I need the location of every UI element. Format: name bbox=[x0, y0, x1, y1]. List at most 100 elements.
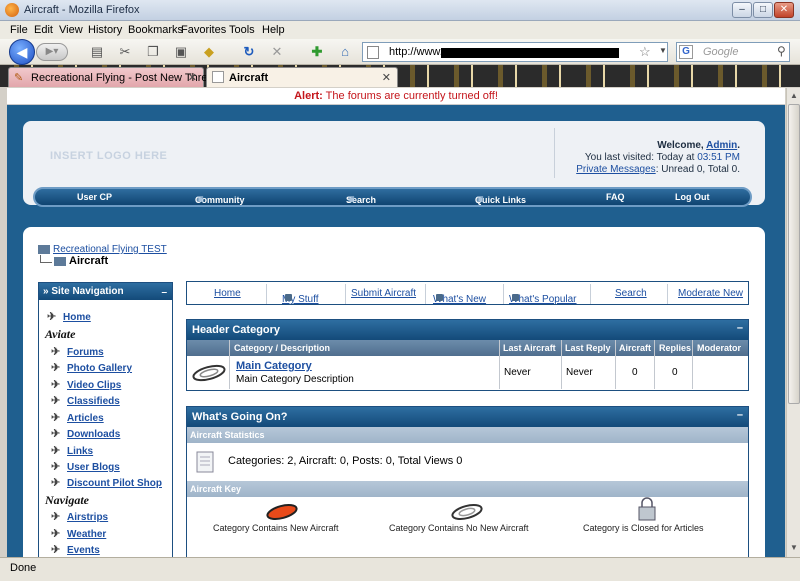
welcome-text: Welcome, bbox=[657, 140, 707, 151]
collapse-icon[interactable]: – bbox=[161, 284, 167, 301]
quick-search-link[interactable]: Search bbox=[615, 288, 647, 299]
sidebar-item-airstrips[interactable]: ✈ Airstrips bbox=[51, 510, 108, 523]
minimize-button[interactable]: – bbox=[732, 2, 752, 18]
separator bbox=[503, 284, 504, 304]
nav-log-out[interactable]: Log Out bbox=[675, 192, 710, 202]
menu-tools[interactable]: Tools bbox=[229, 24, 255, 36]
sidebar-item-classifieds[interactable]: ✈ Classifieds bbox=[51, 394, 120, 407]
paste-icon[interactable]: ▣ bbox=[172, 43, 190, 61]
sidebar-item-forums[interactable]: ✈ Forums bbox=[51, 345, 104, 358]
menu-history[interactable]: History bbox=[88, 24, 122, 36]
maximize-button[interactable]: □ bbox=[753, 2, 773, 18]
tab-strip: ✎ Recreational Flying - Post New Thre...… bbox=[0, 65, 800, 87]
reload-icon[interactable]: ↻ bbox=[240, 43, 258, 61]
chevron-down-icon[interactable]: ▼ bbox=[659, 46, 667, 55]
collapse-icon[interactable]: – bbox=[737, 405, 743, 425]
vertical-scrollbar[interactable]: ▲ ▼ bbox=[786, 88, 800, 557]
sidebar-item-weather[interactable]: ✈ Weather bbox=[51, 527, 106, 540]
back-arrow-icon[interactable]: ◀ bbox=[9, 39, 35, 65]
sidebar-item-photo-gallery[interactable]: ✈ Photo Gallery bbox=[51, 361, 132, 374]
site-navigation-header: » Site Navigation – bbox=[39, 283, 172, 300]
sidebar-item-label: Downloads bbox=[67, 429, 121, 440]
home-icon[interactable]: ⌂ bbox=[336, 43, 354, 61]
search-box[interactable]: G Google ⚲ bbox=[676, 42, 790, 62]
sidebar-item-label: Forums bbox=[67, 347, 104, 358]
aircraft-key-header: Aircraft Key bbox=[187, 481, 748, 497]
alert-label: Alert: bbox=[294, 90, 323, 102]
sidebar-item-events[interactable]: ✈ Events bbox=[51, 543, 100, 556]
separator bbox=[425, 284, 426, 304]
print-icon[interactable]: ▤ bbox=[88, 43, 106, 61]
airplane-icon: ✈ bbox=[51, 544, 61, 556]
menu-caret-icon: ▣ bbox=[477, 196, 484, 203]
menu-view[interactable]: View bbox=[59, 24, 83, 36]
replies-count: 0 bbox=[672, 367, 678, 378]
new-aircraft-icon bbox=[266, 504, 298, 520]
bookmark-key-icon[interactable]: ◆ bbox=[200, 43, 218, 61]
stop-icon[interactable]: ✕ bbox=[268, 43, 286, 61]
close-window-button[interactable]: ✕ bbox=[774, 2, 794, 18]
forward-arrow-icon[interactable]: ▶▾ bbox=[36, 43, 68, 61]
sidebar-item-links[interactable]: ✈ Links bbox=[51, 444, 93, 457]
tab-aircraft[interactable]: Aircraft ✕ bbox=[206, 67, 398, 87]
page-content: Alert: The forums are currently turned o… bbox=[7, 88, 785, 557]
menu-file[interactable]: File bbox=[10, 24, 28, 36]
redacted-url bbox=[441, 48, 619, 58]
search-icon[interactable]: ⚲ bbox=[777, 44, 786, 58]
sidebar-item-user-blogs[interactable]: ✈ User Blogs bbox=[51, 460, 120, 473]
pm-counts: : Unread 0, Total 0. bbox=[655, 164, 740, 175]
key-no-new-aircraft: Category Contains No New Aircraft bbox=[389, 523, 529, 533]
tab-post-new-thread[interactable]: ✎ Recreational Flying - Post New Thre...… bbox=[8, 67, 217, 87]
cut-icon[interactable]: ✂ bbox=[116, 43, 134, 61]
new-tab-plus-icon[interactable]: ✚ bbox=[308, 43, 326, 61]
col-last-reply: Last Reply bbox=[565, 343, 611, 353]
category-table: Category / Description Last Aircraft Las… bbox=[187, 340, 748, 389]
pen-icon: ✎ bbox=[14, 72, 24, 84]
sidebar-item-label: Photo Gallery bbox=[67, 363, 133, 374]
private-messages-link[interactable]: Private Messages bbox=[576, 164, 655, 175]
airplane-icon: ✈ bbox=[51, 528, 61, 540]
sidebar-item-home[interactable]: ✈ Home bbox=[47, 310, 91, 323]
site-logo[interactable]: INSERT LOGO HERE bbox=[50, 150, 167, 162]
scroll-up-arrow-icon[interactable]: ▲ bbox=[788, 89, 800, 103]
breadcrumb-root-link[interactable]: Recreational Flying TEST bbox=[53, 244, 167, 255]
close-tab-icon[interactable]: ✕ bbox=[188, 71, 197, 84]
scroll-down-arrow-icon[interactable]: ▼ bbox=[788, 541, 800, 555]
address-bar[interactable]: http://www. ☆ ▼ bbox=[362, 42, 668, 62]
sidebar-item-video-clips[interactable]: ✈ Video Clips bbox=[51, 378, 121, 391]
quick-submit-aircraft-link[interactable]: Submit Aircraft bbox=[351, 288, 416, 299]
header-divider bbox=[554, 128, 555, 178]
menu-bookmarks[interactable]: Bookmarks bbox=[128, 24, 183, 36]
nav-faq[interactable]: FAQ bbox=[606, 192, 625, 202]
nav-user-cp[interactable]: User CP bbox=[77, 192, 112, 202]
sidebar-item-articles[interactable]: ✈ Articles bbox=[51, 411, 104, 424]
copy-icon[interactable]: ❐ bbox=[144, 43, 162, 61]
quick-moderate-new-link[interactable]: Moderate New bbox=[678, 288, 743, 299]
bookmark-star-icon[interactable]: ☆ bbox=[639, 44, 651, 60]
status-bar: Done bbox=[0, 557, 800, 581]
close-tab-icon[interactable]: ✕ bbox=[382, 71, 391, 84]
separator bbox=[667, 284, 668, 304]
user-link[interactable]: Admin bbox=[706, 140, 737, 151]
menu-edit[interactable]: Edit bbox=[34, 24, 53, 36]
sidebar-item-label: Discount Pilot Shop bbox=[67, 478, 162, 489]
column-divider bbox=[654, 340, 655, 389]
aircraft-key-row: Category Contains New Aircraft Category … bbox=[187, 497, 748, 541]
menu-caret-icon bbox=[436, 294, 443, 301]
sidebar-item-discount-pilot-shop[interactable]: ✈ Discount Pilot Shop bbox=[51, 476, 162, 489]
category-panel: Header Category – Category / Description … bbox=[186, 319, 749, 391]
sidebar-item-downloads[interactable]: ✈ Downloads bbox=[51, 427, 120, 440]
column-divider bbox=[561, 340, 562, 389]
menu-favorites[interactable]: Favorites bbox=[181, 24, 226, 36]
category-name-link[interactable]: Main Category bbox=[236, 360, 312, 372]
whats-going-on-title: What's Going On? bbox=[192, 411, 288, 423]
menu-help[interactable]: Help bbox=[262, 24, 285, 36]
airplane-icon: ✈ bbox=[47, 311, 57, 323]
alert-text: The forums are currently turned off! bbox=[322, 90, 498, 102]
google-logo-icon[interactable]: G bbox=[679, 45, 693, 59]
quick-links-bar: Home My Stuff Submit Aircraft What's New… bbox=[186, 281, 749, 305]
quick-home-link[interactable]: Home bbox=[214, 288, 241, 299]
collapse-icon[interactable]: – bbox=[737, 318, 743, 338]
scrollbar-thumb[interactable] bbox=[788, 104, 800, 404]
window-title: Aircraft - Mozilla Firefox bbox=[24, 4, 140, 16]
